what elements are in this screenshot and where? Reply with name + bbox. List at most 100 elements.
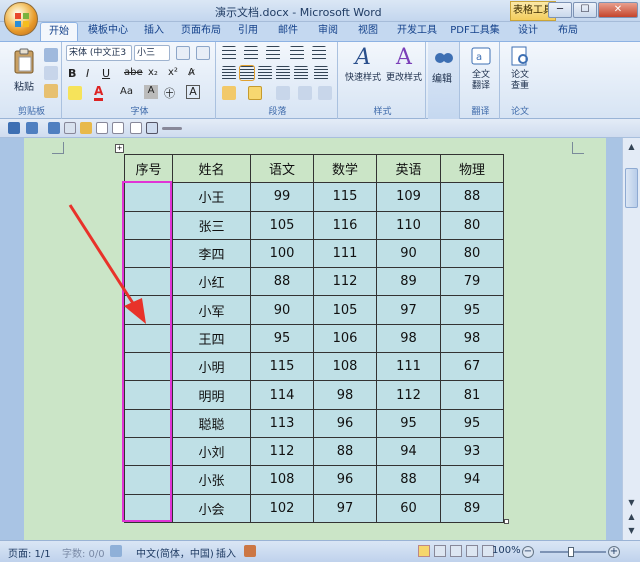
table-cell[interactable]: 王四 <box>172 323 251 354</box>
table-cell[interactable]: 95 <box>440 408 504 438</box>
minimize-button[interactable]: ─ <box>548 2 572 18</box>
proofing-icon[interactable] <box>110 545 122 557</box>
distributed-icon[interactable] <box>294 66 308 80</box>
outline-icon[interactable] <box>466 545 478 557</box>
editing-group[interactable]: 编辑 <box>428 42 460 119</box>
table-cell[interactable]: 明明 <box>172 380 251 410</box>
table-cell[interactable]: 100 <box>250 238 314 269</box>
table-cell[interactable]: 88 <box>440 182 504 212</box>
strikethrough-button[interactable]: abe <box>124 67 143 78</box>
sort-icon[interactable] <box>298 86 312 100</box>
table-cell[interactable]: 小王 <box>172 182 251 212</box>
zoom-slider-thumb[interactable] <box>568 547 574 557</box>
insert-mode[interactable]: 插入 <box>216 545 236 560</box>
table-cell[interactable]: 小明 <box>172 352 251 382</box>
underline-button[interactable]: U <box>102 67 110 80</box>
table-cell[interactable]: 110 <box>376 210 441 240</box>
italic-button[interactable]: I <box>86 67 89 80</box>
line-spacing-icon[interactable] <box>314 66 328 80</box>
table-cell[interactable]: 111 <box>313 238 377 269</box>
table-cell[interactable]: 98 <box>313 380 377 410</box>
multilevel-list-icon[interactable] <box>266 46 280 60</box>
table-cell[interactable]: 小张 <box>172 465 251 495</box>
web-layout-icon[interactable] <box>450 545 462 557</box>
copy-icon[interactable] <box>44 66 58 80</box>
header-cell[interactable]: 姓名 <box>172 153 251 184</box>
tab-developer[interactable]: 开发工具 <box>392 22 442 42</box>
table-cell[interactable]: 99 <box>250 182 314 212</box>
scrollbar-thumb[interactable] <box>625 168 638 208</box>
zoom-out-icon[interactable]: − <box>522 546 534 558</box>
table-cell[interactable]: 105 <box>313 295 377 325</box>
table-cell[interactable]: 95 <box>376 408 441 438</box>
bold-button[interactable]: B <box>68 67 76 80</box>
header-cell[interactable]: 序号 <box>124 153 173 184</box>
table-cell[interactable]: 108 <box>313 352 377 382</box>
clear-format-button[interactable]: A̷ <box>188 67 195 78</box>
increase-indent-icon[interactable] <box>312 46 326 60</box>
close-button[interactable]: ✕ <box>598 2 638 18</box>
tab-review[interactable]: 审阅 <box>312 22 344 42</box>
format-painter-icon[interactable] <box>44 84 58 98</box>
table-cell[interactable]: 95 <box>440 295 504 325</box>
table-cell[interactable]: 97 <box>376 295 441 325</box>
table-resize-handle[interactable] <box>504 519 509 524</box>
page-count[interactable]: 页面: 1/1 <box>8 545 51 560</box>
table-cell[interactable]: 97 <box>313 493 377 523</box>
quick-styles-button[interactable]: A 快速样式 <box>344 44 382 100</box>
page-icon[interactable] <box>112 122 124 134</box>
numbering-icon[interactable] <box>244 46 258 60</box>
table-cell[interactable]: 79 <box>440 267 504 297</box>
table-cell[interactable]: 98 <box>440 323 504 354</box>
macro-record-icon[interactable] <box>244 545 256 557</box>
subscript-button[interactable]: x₂ <box>148 67 158 78</box>
table-cell[interactable]: 93 <box>440 436 504 467</box>
next-page-icon[interactable]: ▼ <box>625 526 638 538</box>
table-cell[interactable]: 112 <box>376 380 441 410</box>
print-layout-icon[interactable] <box>418 545 430 557</box>
bullets-icon[interactable] <box>222 46 236 60</box>
tab-design[interactable]: 设计 <box>512 22 544 42</box>
tab-layout[interactable]: 布局 <box>552 22 584 42</box>
table-cell[interactable]: 81 <box>440 380 504 410</box>
chinese-layout-icon[interactable] <box>276 86 290 100</box>
table-cell[interactable]: 聪聪 <box>172 408 251 438</box>
table-cell[interactable]: 115 <box>250 352 314 382</box>
superscript-button[interactable]: x² <box>168 67 178 78</box>
table-cell[interactable]: 小红 <box>172 267 251 297</box>
table-cell[interactable]: 小会 <box>172 493 251 523</box>
draw-table-icon[interactable] <box>146 122 158 134</box>
vertical-scrollbar[interactable]: ▲ ▼ ▲ ▼ <box>622 138 640 540</box>
tab-page-layout[interactable]: 页面布局 <box>176 22 226 42</box>
decrease-indent-icon[interactable] <box>290 46 304 60</box>
tab-pdf-tools[interactable]: PDF工具集 <box>448 22 502 42</box>
line-style-icon[interactable] <box>162 127 182 130</box>
table-cell[interactable]: 89 <box>376 267 441 297</box>
table-cell[interactable]: 88 <box>313 436 377 467</box>
language-indicator[interactable]: 中文(简体，中国) <box>136 545 214 560</box>
table-cell[interactable]: 67 <box>440 352 504 382</box>
table-cell[interactable]: 89 <box>440 493 504 523</box>
score-table[interactable]: 序号 姓名 语文 数学 英语 物理 小王 99 115 109 88 张三 105 116 11… <box>124 153 504 523</box>
table-cell[interactable]: 113 <box>250 408 314 438</box>
header-cell[interactable]: 数学 <box>313 153 377 184</box>
tab-mailings[interactable]: 邮件 <box>272 22 304 42</box>
tab-references[interactable]: 引用 <box>232 22 264 42</box>
table-cell[interactable]: 112 <box>250 436 314 467</box>
tab-insert[interactable]: 插入 <box>138 22 170 42</box>
table-cell[interactable]: 115 <box>313 182 377 212</box>
enclose-characters-button[interactable]: ㊉ <box>164 85 175 101</box>
justify-icon[interactable] <box>276 66 290 80</box>
table-cell[interactable]: 111 <box>376 352 441 382</box>
table-cell[interactable]: 小军 <box>172 295 251 325</box>
document-icon[interactable] <box>130 122 142 134</box>
save-icon[interactable] <box>8 122 20 134</box>
table-cell[interactable]: 94 <box>440 465 504 495</box>
header-cell[interactable]: 语文 <box>250 153 314 184</box>
tab-view[interactable]: 视图 <box>352 22 384 42</box>
table-cell[interactable]: 112 <box>313 267 377 297</box>
table-cell[interactable]: 108 <box>250 465 314 495</box>
office-button[interactable] <box>4 2 38 36</box>
table-cell[interactable]: 90 <box>250 295 314 325</box>
print-preview-icon[interactable] <box>64 122 76 134</box>
